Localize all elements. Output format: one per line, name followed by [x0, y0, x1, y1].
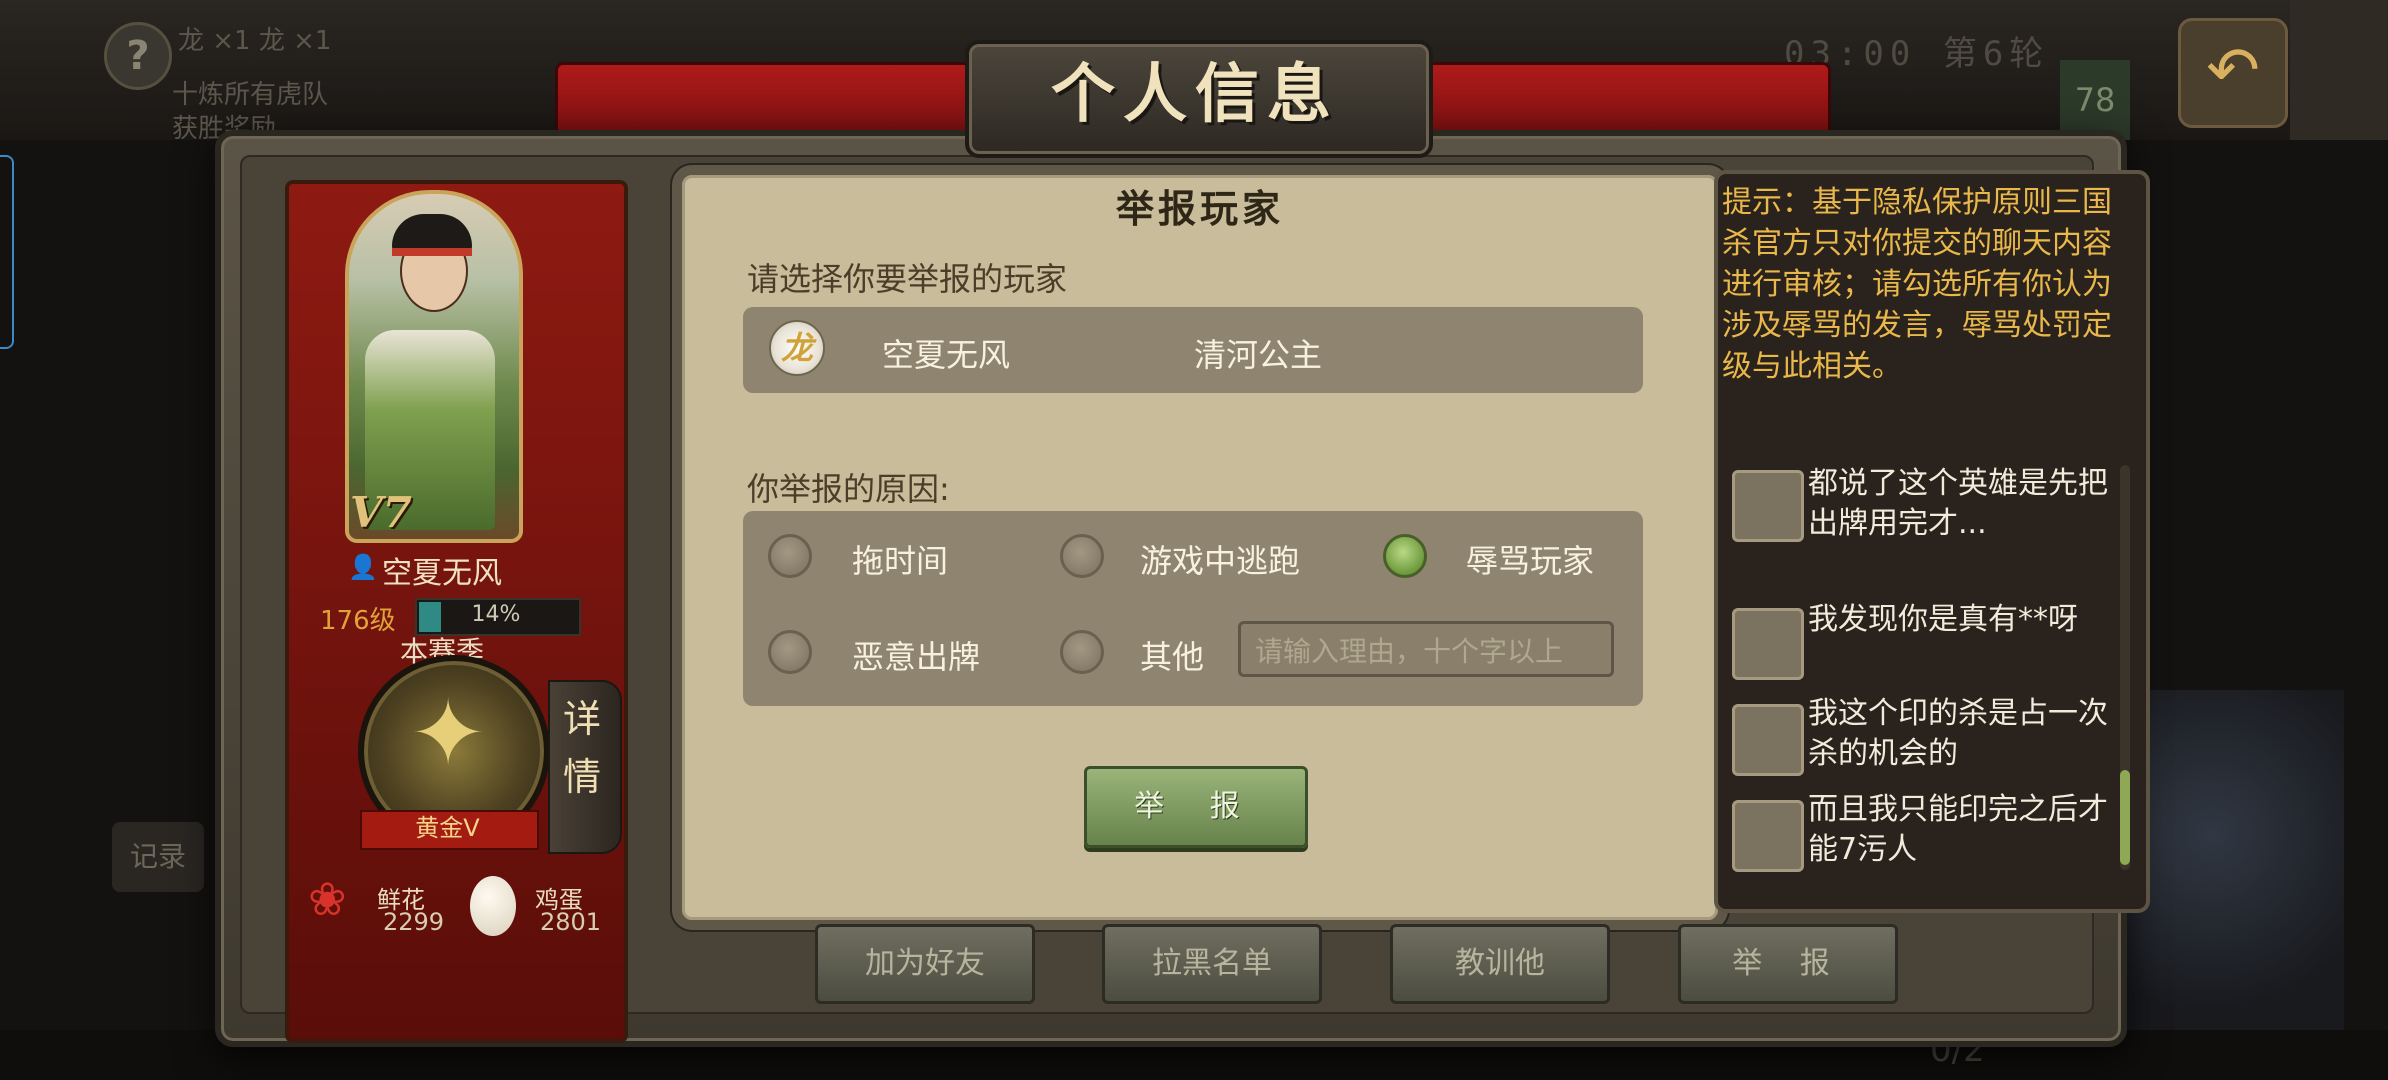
chat-message-2: 我发现你是真有**呀 — [1808, 602, 2078, 637]
deck-count: 78 — [2060, 60, 2130, 140]
gift-count-egg: 2801 — [540, 908, 602, 936]
dragon-avatar-icon: 龙 — [769, 320, 825, 376]
reason-radio-escape[interactable] — [1060, 534, 1104, 578]
reason-label-malicious[interactable]: 恶意出牌 — [852, 632, 980, 678]
reason-radio-delay[interactable] — [768, 534, 812, 578]
help-icon[interactable]: ? — [104, 22, 172, 90]
blacklist-button[interactable]: 拉黑名单 — [1102, 924, 1322, 1004]
chat-checkbox-1[interactable] — [1732, 470, 1804, 542]
reason-radio-malicious[interactable] — [768, 630, 812, 674]
privacy-tip: 提示：基于隐私保护原则三国杀官方只对你提交的聊天内容进行审核；请勾选所有你认为涉… — [1722, 185, 2112, 384]
reason-label-other[interactable]: 其他 — [1140, 632, 1204, 678]
reason-radio-abuse[interactable] — [1383, 534, 1427, 578]
record-button[interactable]: 记录 — [112, 822, 204, 892]
chat-checkbox-2[interactable] — [1732, 608, 1804, 680]
person-icon: 👤 — [348, 553, 378, 581]
add-friend-button[interactable]: 加为好友 — [815, 924, 1035, 1004]
background-opponent-portrait — [2124, 690, 2344, 1050]
rose-icon: ❀ — [308, 872, 347, 926]
reason-label-escape[interactable]: 游戏中逃跑 — [1140, 536, 1300, 582]
page-title: 个人信息 — [1051, 58, 1339, 132]
chat-checkbox-3[interactable] — [1732, 704, 1804, 776]
target-player-row[interactable] — [743, 307, 1643, 393]
reason-label-abuse[interactable]: 辱骂玩家 — [1466, 536, 1594, 582]
background-edge-tab — [0, 155, 14, 349]
reason-input[interactable]: 请输入理由，十个字以上 — [1238, 621, 1614, 677]
report-button[interactable]: 举 报 — [1678, 924, 1898, 1004]
portrait-headband — [392, 248, 472, 256]
chat-checkbox-4[interactable] — [1732, 800, 1804, 872]
player-name: 空夏无风 — [382, 556, 502, 591]
chat-message-4: 而且我只能印完之后才能7污人 — [1808, 792, 2108, 867]
xp-percent: 14% — [471, 602, 521, 627]
reason-radio-other[interactable] — [1060, 630, 1104, 674]
gift-count-flower: 2299 — [383, 908, 445, 936]
background-mission-text: 十炼所有虎队 — [172, 80, 329, 110]
dragon-emblem-icon: ✦ — [409, 680, 487, 787]
chat-scrollbar-thumb[interactable] — [2120, 770, 2130, 865]
submit-report-button[interactable]: 举 报 — [1084, 766, 1308, 848]
chat-message-1: 都说了这个英雄是先把出牌用完才... — [1808, 466, 2108, 541]
background-side-panel — [2290, 0, 2388, 140]
vip-badge: V7 — [350, 488, 412, 537]
back-arrow-icon[interactable]: ↶ — [2178, 18, 2288, 128]
reason-label-delay[interactable]: 拖时间 — [852, 536, 948, 582]
player-level: 176级 — [320, 606, 396, 636]
chat-message-3: 我这个印的杀是占一次杀的机会的 — [1808, 696, 2108, 771]
select-player-prompt: 请选择你要举报的玩家 — [747, 260, 1068, 298]
egg-icon — [470, 876, 516, 936]
teach-button[interactable]: 教训他 — [1390, 924, 1610, 1004]
target-player-name: 空夏无风 — [882, 336, 1011, 374]
detail-tab-label[interactable]: 详情 — [562, 690, 602, 806]
rank-label: 黄金V — [415, 814, 480, 842]
reason-prompt: 你举报的原因: — [747, 470, 950, 508]
background-resource-text: 龙 ×1 龙 ×1 — [178, 26, 332, 56]
target-player-character: 清河公主 — [1194, 336, 1323, 374]
report-dialog-title: 举报玩家 — [1115, 187, 1284, 231]
